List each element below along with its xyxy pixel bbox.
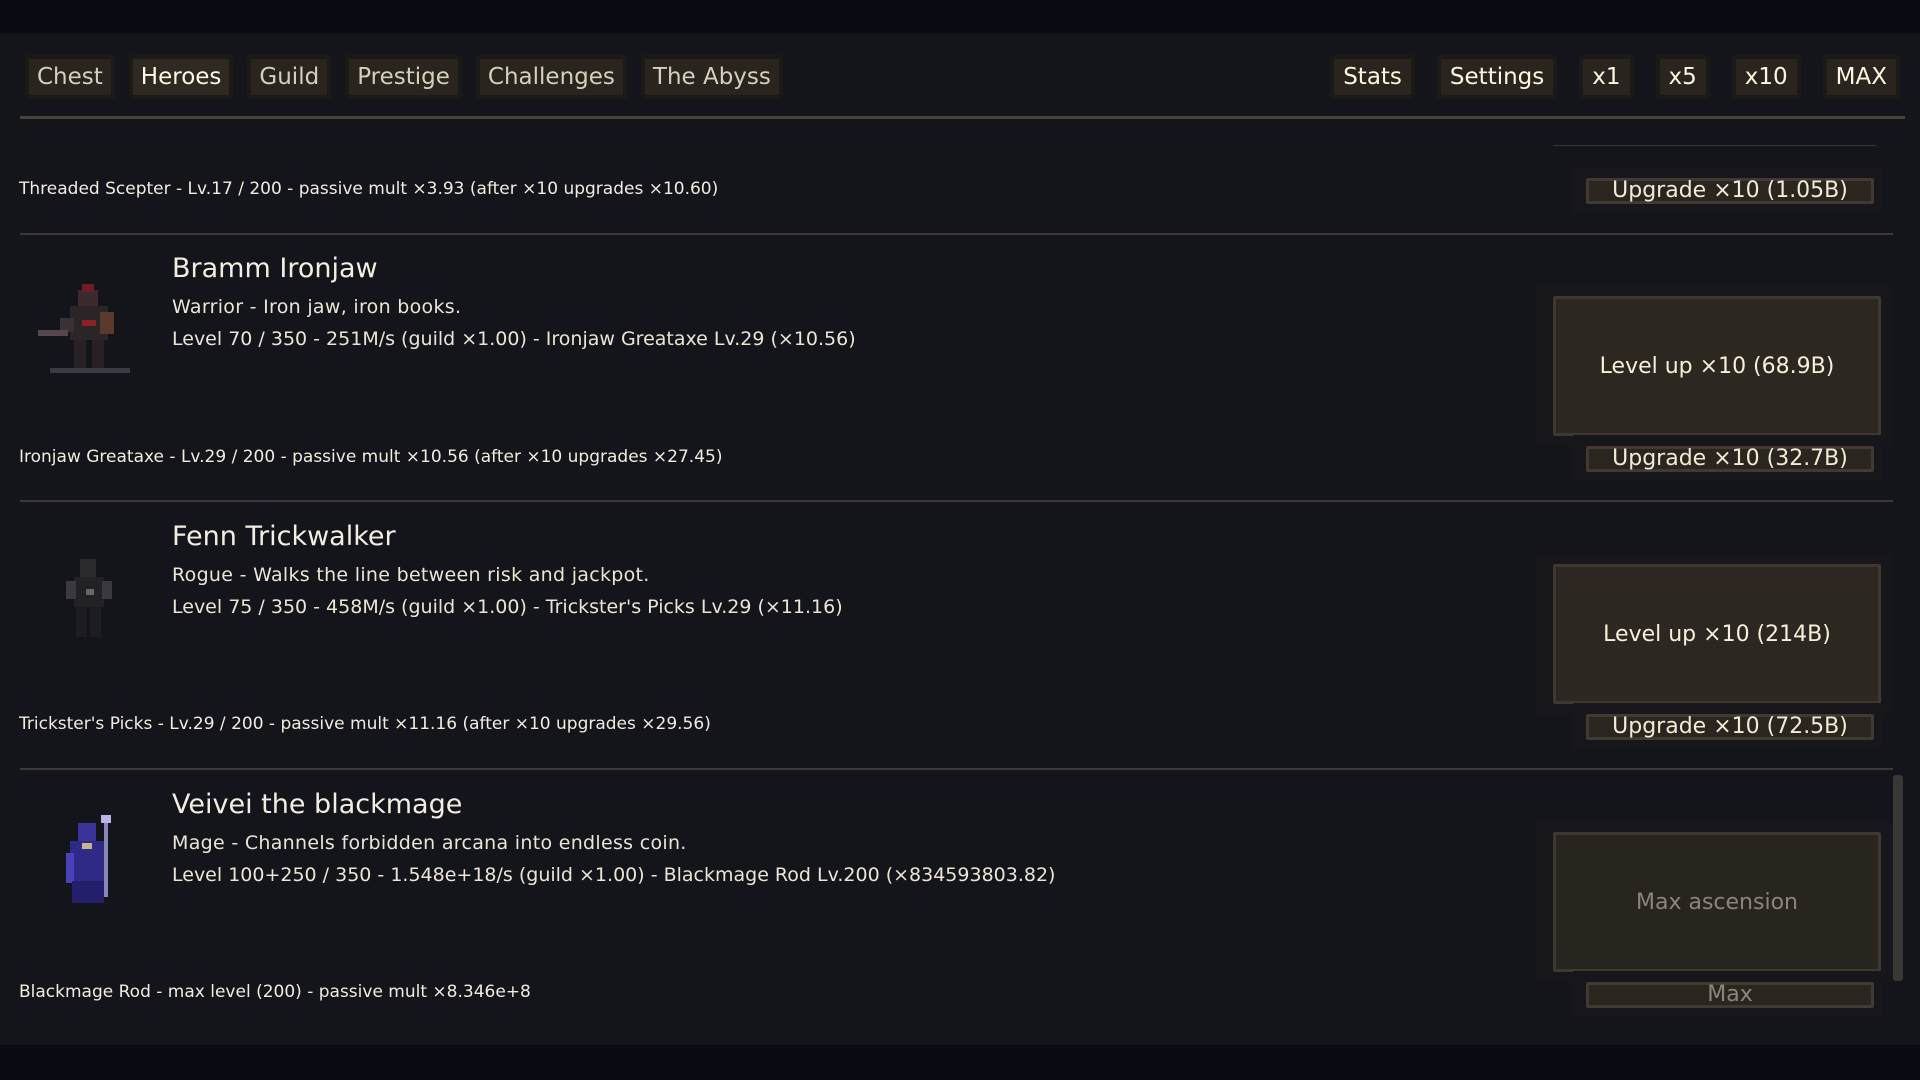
hero-description: Warrior - Iron jaw, iron books. (172, 296, 462, 318)
hero-portrait-mage (66, 815, 111, 903)
upgrade-slot: Upgrade ×10 (32.7B) (1572, 435, 1882, 481)
hero-name: Fenn Trickwalker (172, 521, 396, 552)
level-slot: Max ascension (1536, 822, 1893, 982)
tab-bar: Chest Heroes Guild Prestige Challenges T… (25, 55, 783, 99)
hero-portrait-rogue (66, 559, 112, 637)
tab-the-abyss[interactable]: The Abyss (640, 55, 783, 99)
multiplier-max-button[interactable]: MAX (1822, 55, 1900, 99)
max-ascension-button[interactable]: Max ascension (1553, 832, 1881, 972)
upgrade-button-ironjaw-greataxe[interactable]: Upgrade ×10 (32.7B) (1586, 446, 1874, 472)
upgrade-slot: Max (1572, 971, 1882, 1017)
hero-stats: Level 75 / 350 - 458M/s (guild ×1.00) - … (172, 596, 843, 618)
nav-divider (20, 116, 1905, 119)
top-navigation: Chest Heroes Guild Prestige Challenges T… (0, 33, 1920, 145)
level-slot: Level up ×10 (68.9B) (1536, 286, 1893, 446)
settings-button[interactable]: Settings (1436, 55, 1558, 99)
level-slot: Level up ×10 (214B) (1536, 554, 1893, 714)
level-up-button-bramm-ironjaw[interactable]: Level up ×10 (68.9B) (1553, 296, 1881, 436)
hero-description: Mage - Channels forbidden arcana into en… (172, 832, 687, 854)
tab-chest[interactable]: Chest (25, 55, 115, 99)
upgrade-button-tricksters-picks[interactable]: Upgrade ×10 (72.5B) (1586, 714, 1874, 740)
card-separator (20, 768, 1893, 770)
hero-portrait-warrior (38, 284, 130, 373)
level-up-button-fenn-trickwalker[interactable]: Level up ×10 (214B) (1553, 564, 1881, 704)
hero-list[interactable]: Threaded Scepter - Lv.17 / 200 - passive… (0, 33, 1920, 1045)
top-strip (0, 0, 1920, 33)
multiplier-x5-button[interactable]: x5 (1655, 55, 1710, 99)
hero-stats: Level 70 / 350 - 251M/s (guild ×1.00) - … (172, 328, 856, 350)
tab-challenges[interactable]: Challenges (475, 55, 627, 99)
hero-name: Veivei the blackmage (172, 789, 463, 820)
scrollbar-thumb[interactable] (1893, 775, 1903, 981)
weapon-info-threaded-scepter: Threaded Scepter - Lv.17 / 200 - passive… (19, 179, 719, 199)
card-separator (20, 500, 1893, 502)
multiplier-x10-button[interactable]: x10 (1731, 55, 1801, 99)
hero-description: Rogue - Walks the line between risk and … (172, 564, 650, 586)
weapon-info-ironjaw-greataxe: Ironjaw Greataxe - Lv.29 / 200 - passive… (19, 447, 723, 467)
upgrade-button-blackmage-rod-max[interactable]: Max (1586, 982, 1874, 1008)
tab-heroes[interactable]: Heroes (128, 55, 234, 99)
upgrade-slot: Upgrade ×10 (1.05B) (1572, 167, 1882, 213)
card-separator (20, 233, 1893, 235)
upgrade-slot: Upgrade ×10 (72.5B) (1572, 703, 1882, 749)
hero-name: Bramm Ironjaw (172, 253, 378, 284)
stats-button[interactable]: Stats (1330, 55, 1415, 99)
weapon-info-tricksters-picks: Trickster's Picks - Lv.29 / 200 - passiv… (19, 714, 711, 734)
upgrade-button-threaded-scepter[interactable]: Upgrade ×10 (1.05B) (1586, 178, 1874, 204)
tab-prestige[interactable]: Prestige (345, 55, 462, 99)
tab-guild[interactable]: Guild (247, 55, 332, 99)
weapon-info-blackmage-rod: Blackmage Rod - max level (200) - passiv… (19, 982, 531, 1002)
multiplier-x1-button[interactable]: x1 (1579, 55, 1634, 99)
heroes-panel: Threaded Scepter - Lv.17 / 200 - passive… (0, 33, 1920, 1045)
bottom-strip (0, 1045, 1920, 1080)
hero-stats: Level 100+250 / 350 - 1.548e+18/s (guild… (172, 864, 1056, 886)
control-bar: Stats Settings x1 x5 x10 MAX (1330, 55, 1900, 99)
